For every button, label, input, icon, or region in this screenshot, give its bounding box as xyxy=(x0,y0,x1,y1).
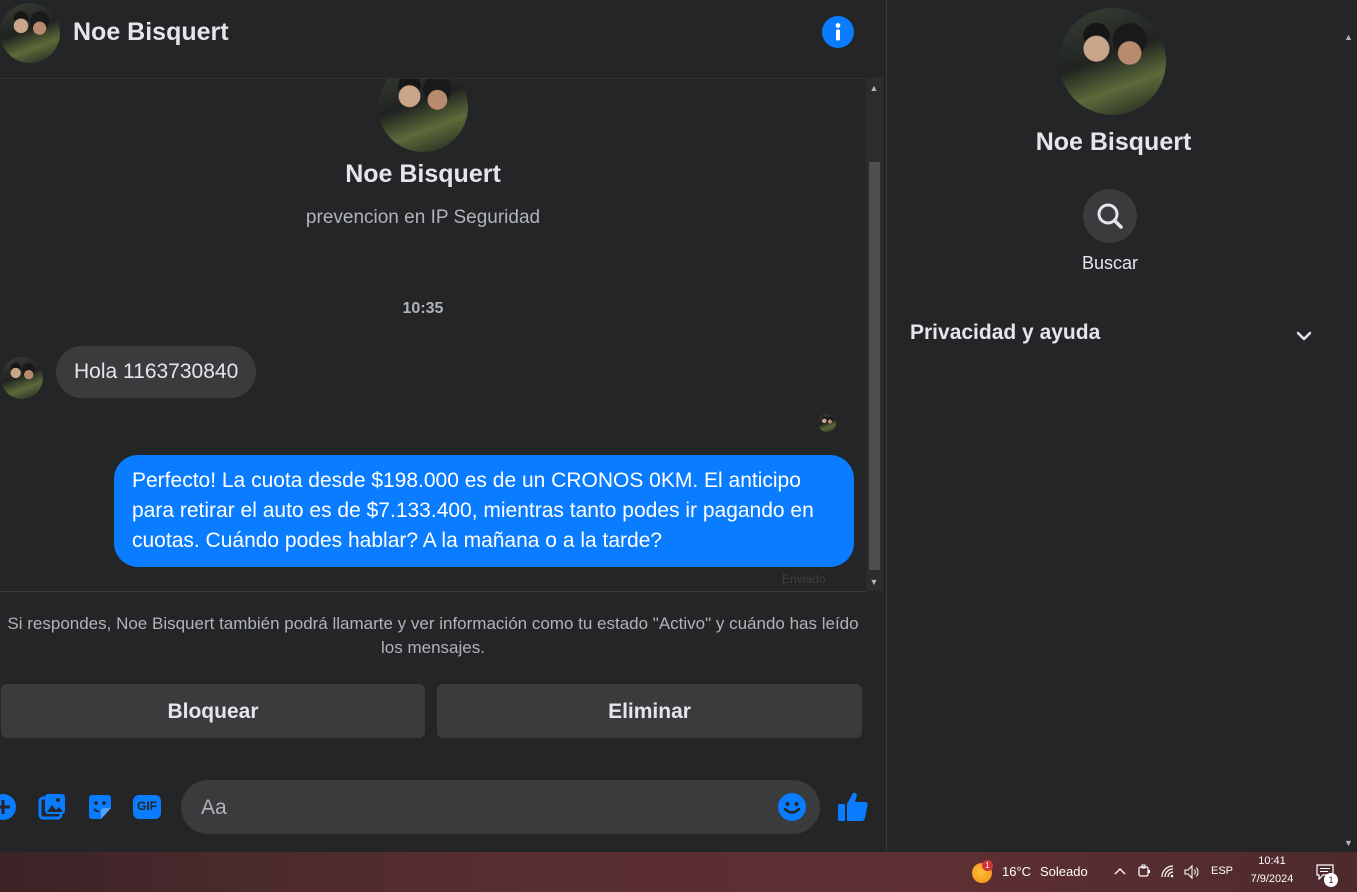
wifi-icon[interactable] xyxy=(1160,864,1176,880)
windows-taskbar: 1 16°C Soleado ESP 10:41 7/9/2024 1 xyxy=(0,852,1357,892)
emoji-icon[interactable] xyxy=(777,792,807,822)
contact-avatar-large[interactable] xyxy=(378,79,468,152)
outgoing-message-bubble[interactable]: Perfecto! La cuota desde $198.000 es de … xyxy=(114,455,854,567)
scroll-up-arrow-icon[interactable]: ▲ xyxy=(868,82,880,94)
delete-button[interactable]: Eliminar xyxy=(437,684,862,738)
info-icon[interactable] xyxy=(822,16,854,48)
side-contact-name: Noe Bisquert xyxy=(1035,128,1192,156)
gif-icon-label: GIF xyxy=(137,799,157,813)
plus-icon[interactable] xyxy=(0,792,18,822)
read-receipt-avatar xyxy=(818,414,836,432)
header-contact-name[interactable]: Noe Bisquert xyxy=(73,18,229,47)
volume-icon[interactable] xyxy=(1183,864,1201,880)
incoming-message-bubble[interactable]: Hola 1163730840 xyxy=(56,346,257,398)
image-icon[interactable] xyxy=(37,792,67,822)
search-label[interactable]: Buscar xyxy=(1050,253,1170,274)
search-button[interactable] xyxy=(1083,189,1137,243)
weather-condition[interactable]: Soleado xyxy=(1040,864,1088,879)
message-input[interactable] xyxy=(199,792,763,824)
scroll-thumb[interactable] xyxy=(869,162,880,570)
weather-temperature[interactable]: 16°C xyxy=(1002,864,1031,879)
gif-icon[interactable]: GIF xyxy=(132,792,162,822)
weather-badge: 1 xyxy=(982,860,993,871)
clock-date[interactable]: 7/9/2024 xyxy=(1244,873,1300,885)
chevron-down-icon[interactable] xyxy=(1294,326,1314,346)
contact-subtitle: prevencion en IP Seguridad xyxy=(305,207,541,228)
sticker-icon[interactable] xyxy=(85,792,115,822)
contact-name: Noe Bisquert xyxy=(345,160,501,188)
notification-count-badge: 1 xyxy=(1324,873,1338,887)
meet-now-icon[interactable] xyxy=(1137,864,1152,879)
block-button[interactable]: Bloquear xyxy=(1,684,425,738)
message-status: Enviado xyxy=(782,572,826,586)
scroll-down-arrow-icon[interactable]: ▼ xyxy=(868,576,880,588)
chevron-up-icon[interactable] xyxy=(1113,865,1127,879)
header-avatar[interactable] xyxy=(0,3,60,63)
side-scrollbar[interactable] xyxy=(1340,0,1357,852)
input-language[interactable]: ESP xyxy=(1211,865,1233,877)
side-scroll-down-arrow-icon[interactable]: ▼ xyxy=(1344,838,1353,848)
side-contact-avatar[interactable] xyxy=(1059,8,1166,115)
search-icon xyxy=(1097,203,1123,229)
message-timestamp: 10:35 xyxy=(402,300,444,317)
reply-notice: Si respondes, Noe Bisquert también podrá… xyxy=(0,591,866,660)
message-input-box[interactable] xyxy=(181,780,820,834)
incoming-sender-avatar xyxy=(1,357,43,399)
thumbs-up-icon[interactable] xyxy=(836,790,870,824)
chat-header: Noe Bisquert xyxy=(0,0,886,79)
clock-time[interactable]: 10:41 xyxy=(1248,855,1296,867)
privacy-help-section[interactable]: Privacidad y ayuda xyxy=(910,321,1100,345)
side-scroll-up-arrow-icon[interactable]: ▲ xyxy=(1344,32,1353,42)
message-list[interactable]: Noe Bisquert prevencion en IP Seguridad … xyxy=(0,79,866,591)
